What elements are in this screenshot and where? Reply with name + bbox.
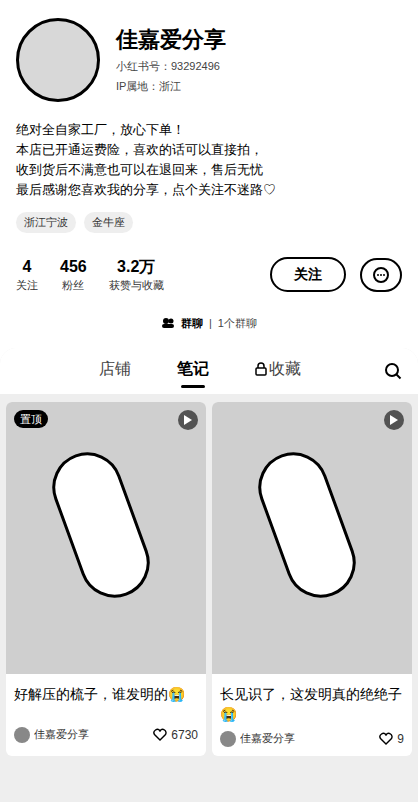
bio-line: 最后感谢您喜欢我的分享，点个关注不迷路♡: [16, 180, 402, 200]
note-card[interactable]: 长见识了，这发明真的绝绝子😭 佳嘉爱分享 9: [212, 402, 412, 756]
stat-item[interactable]: 4关注: [16, 257, 38, 294]
group-count: 1个群聊: [218, 315, 257, 332]
comb-shape: [42, 443, 159, 608]
content-panel: 店铺 笔记 收藏 置顶好解压的梳子，谁发明的😭 佳嘉爱分享 6730 长见识了，这发明真的…: [0, 348, 418, 802]
tab-bar: 店铺 笔记 收藏: [0, 348, 418, 394]
bio: 绝对全自家工厂，放心下单！本店已开通运费险，喜欢的话可以直接拍，收到货后不满意也…: [16, 120, 402, 200]
note-footer: 佳嘉爱分享 6730: [6, 720, 206, 752]
comb-shape: [248, 443, 365, 608]
author-avatar: [220, 731, 236, 747]
note-author[interactable]: 佳嘉爱分享: [34, 726, 149, 743]
bio-line: 绝对全自家工厂，放心下单！: [16, 120, 402, 140]
stat-label: 粉丝: [62, 277, 84, 294]
tab-label-row: 店铺: [99, 357, 131, 381]
heart-icon[interactable]: [379, 732, 393, 745]
bio-line: 收到货后不满意也可以在退回来，售后无忧: [16, 160, 402, 180]
stat-item[interactable]: 456粉丝: [60, 257, 87, 294]
author-avatar: [14, 727, 30, 743]
stat-value: 456: [60, 257, 87, 277]
tab-indicator: [181, 385, 205, 388]
like-count: 6730: [171, 726, 198, 744]
profile-ip: IP属地：浙江: [116, 78, 226, 95]
note-grid: 置顶好解压的梳子，谁发明的😭佳嘉爱分享6730长见识了，这发明真的绝绝子😭佳嘉爱…: [0, 394, 418, 756]
note-title[interactable]: 好解压的梳子，谁发明的😭: [6, 674, 206, 720]
tab-label: 笔记: [177, 357, 209, 381]
search-icon[interactable]: [384, 362, 402, 380]
tab[interactable]: 笔记: [177, 353, 209, 388]
bio-line: 本店已开通运费险，喜欢的话可以直接拍，: [16, 140, 402, 160]
tag-row: 浙江宁波金牛座: [16, 212, 402, 233]
note-cover[interactable]: [212, 402, 412, 674]
profile-id: 小红书号：93292496: [116, 58, 226, 75]
stat-value: 3.2万: [117, 257, 155, 277]
stat-value: 4: [23, 257, 32, 277]
tab[interactable]: 收藏: [255, 353, 301, 388]
profile-header: 佳嘉爱分享 小红书号：93292496 IP属地：浙江 绝对全自家工厂，放心下单…: [0, 0, 418, 362]
profile-tag: 浙江宁波: [16, 212, 76, 233]
profile-tag: 金牛座: [84, 212, 133, 233]
tab-label-row: 收藏: [255, 357, 301, 381]
tab[interactable]: 店铺: [99, 353, 131, 388]
chat-button[interactable]: [360, 258, 402, 292]
stat-label: 关注: [16, 277, 38, 294]
group-chat-row[interactable]: 群聊 | 1个群聊: [16, 315, 402, 332]
like-count: 9: [397, 730, 404, 748]
note-cover[interactable]: 置顶: [6, 402, 206, 674]
lock-icon: [255, 362, 267, 376]
profile-name: 佳嘉爱分享: [116, 26, 226, 54]
video-icon: [384, 410, 404, 430]
tab-label: 收藏: [269, 357, 301, 381]
note-title[interactable]: 长见识了，这发明真的绝绝子😭: [212, 674, 412, 724]
group-icon: [161, 317, 175, 329]
note-author[interactable]: 佳嘉爱分享: [240, 730, 375, 747]
group-label: 群聊: [181, 315, 203, 332]
note-footer: 佳嘉爱分享 9: [212, 724, 412, 756]
tab-label: 店铺: [99, 357, 131, 381]
chat-icon: [372, 266, 390, 284]
heart-icon[interactable]: [153, 728, 167, 741]
stat-label: 获赞与收藏: [109, 277, 164, 294]
video-icon: [178, 410, 198, 430]
stats-row: 4关注 456粉丝 3.2万获赞与收藏: [16, 257, 270, 294]
pinned-badge: 置顶: [14, 410, 48, 429]
follow-button[interactable]: 关注: [270, 257, 346, 292]
tab-label-row: 笔记: [177, 357, 209, 381]
stat-item[interactable]: 3.2万获赞与收藏: [109, 257, 164, 294]
note-card[interactable]: 置顶好解压的梳子，谁发明的😭 佳嘉爱分享 6730: [6, 402, 206, 756]
avatar[interactable]: [16, 18, 100, 102]
